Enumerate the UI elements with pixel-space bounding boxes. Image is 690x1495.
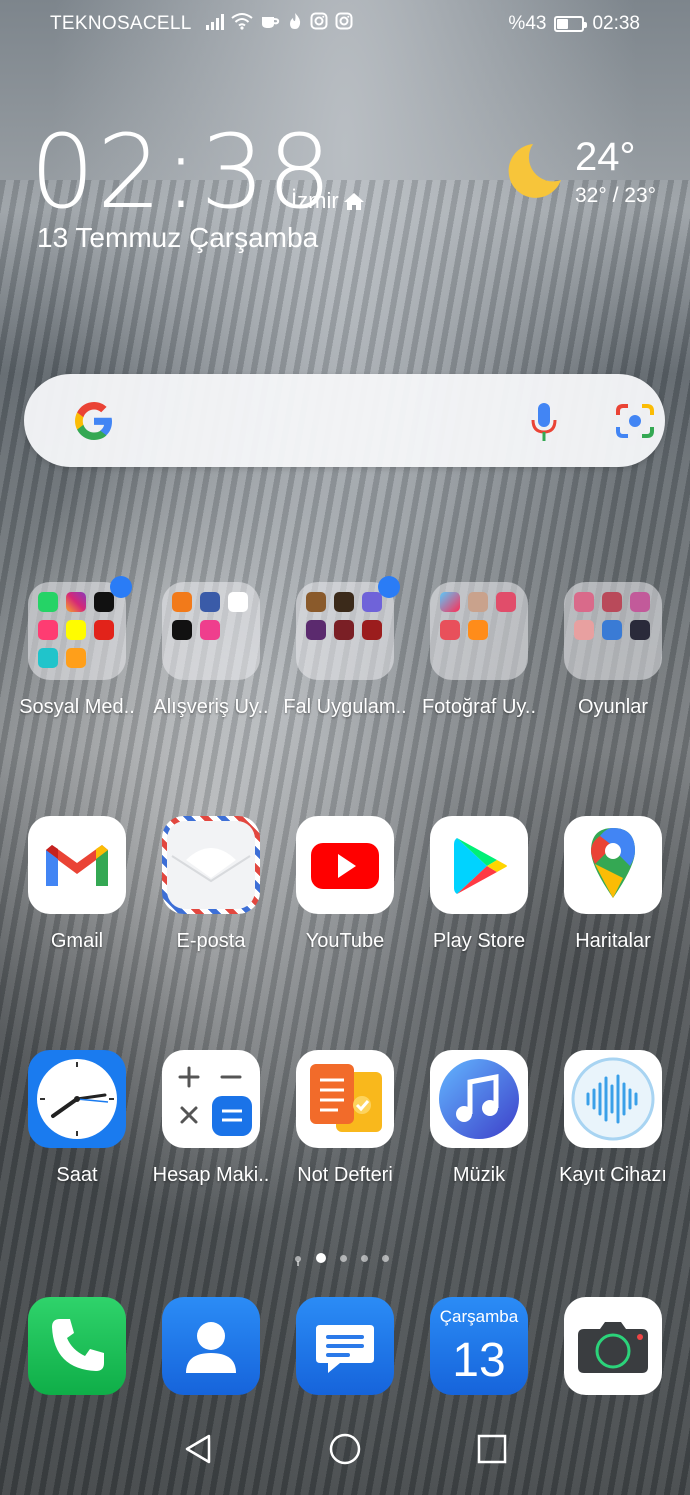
app-kayit-cihazi[interactable]: Kayıt Cihazı [546,1050,680,1187]
maps-icon [564,816,662,914]
battery-icon [554,16,588,32]
city-name: İzmir [291,188,339,213]
dock-contacts[interactable] [144,1297,278,1395]
app-label: Hesap Maki.. [152,1164,270,1186]
back-icon[interactable] [181,1432,215,1471]
notification-badge [378,576,400,598]
app-gmail[interactable]: Gmail [10,816,144,953]
app-label: Sosyal Med.. [19,696,135,718]
page-dot [382,1254,389,1262]
clock-city: İzmir [291,188,365,214]
page-indicator [294,1253,389,1266]
folder-tile [296,576,400,680]
page-dot [361,1254,368,1262]
page-dot [294,1254,302,1266]
folder-tile [162,582,260,680]
carrier-name: TEKNOSACELL [50,13,192,34]
google-search-bar[interactable] [24,374,665,467]
status-time: 02:38 [592,13,640,34]
notification-badge [110,576,132,598]
contacts-icon [162,1297,260,1395]
instagram-icon [310,12,328,30]
app-label: E-posta [176,930,246,952]
folder-tile [28,576,132,680]
folder-sosyal-medya[interactable]: Sosyal Med.. [10,576,144,719]
phone-icon [28,1297,126,1395]
signal-icon [206,12,224,30]
app-youtube[interactable]: YouTube [278,816,412,953]
instagram-icon [335,12,353,30]
clock-time[interactable]: 02:38 [30,118,334,228]
app-muzik[interactable]: Müzik [412,1050,546,1187]
clock-icon [28,1050,126,1148]
gmail-icon [28,816,126,914]
app-saat[interactable]: Saat [10,1050,144,1187]
calendar-icon: Çarşamba 13 [430,1297,528,1395]
dock-camera[interactable] [546,1297,680,1395]
app-label: YouTube [305,930,385,952]
messages-icon [296,1297,394,1395]
navigation-bar [0,1432,690,1482]
app-label: Fal Uygulam.. [283,696,407,718]
dock-phone[interactable] [10,1297,144,1395]
battery-percent: %43 [508,13,547,34]
app-label: Oyunlar [577,696,649,718]
play-store-icon [430,816,528,914]
folder-tile [430,582,528,680]
app-label: Haritalar [575,930,651,952]
music-icon [430,1050,528,1148]
dock-calendar[interactable]: Çarşamba 13 [412,1297,546,1395]
calendar-date: 13 [452,1334,506,1387]
clock-date[interactable]: 13 Temmuz Çarşamba [37,222,318,254]
notepad-icon [296,1050,394,1148]
folder-oyunlar[interactable]: Oyunlar [546,582,680,719]
moon-icon[interactable] [503,140,565,202]
app-label: Alışveriş Uy.. [153,696,269,718]
status-bar: TEKNOSACELL %43 02:38 [0,10,690,40]
home-location-icon [343,193,364,210]
wifi-icon [231,13,253,30]
app-label: Not Defteri [297,1164,393,1186]
app-haritalar[interactable]: Haritalar [546,816,680,953]
mic-icon[interactable] [529,401,559,443]
app-label: Kayıt Cihazı [559,1164,667,1186]
home-icon[interactable] [328,1432,362,1471]
recorder-icon [564,1050,662,1148]
folder-fal-uygulamalari[interactable]: Fal Uygulam.. [278,576,412,719]
app-hesap-makinesi[interactable]: Hesap Maki.. [144,1050,278,1187]
lens-icon[interactable] [614,401,656,441]
page-dot [340,1254,347,1262]
app-play-store[interactable]: Play Store [412,816,546,953]
calendar-day: Çarşamba [439,1307,519,1326]
app-label: Müzik [452,1164,506,1186]
recents-icon[interactable] [475,1432,509,1471]
app-label: Fotoğraf Uy.. [421,696,537,718]
temperature-range: 32° / 23° [575,184,657,207]
youtube-icon [296,816,394,914]
google-logo [75,402,112,440]
dock-messages[interactable] [278,1297,412,1395]
app-e-posta[interactable]: E-posta [144,816,278,953]
calculator-icon [162,1050,260,1148]
app-label: Play Store [432,930,526,952]
email-icon [162,816,260,914]
app-label: Gmail [50,930,104,952]
folder-fotograf[interactable]: Fotoğraf Uy.. [412,582,546,719]
folder-tile [564,582,662,680]
cup-icon [262,17,280,28]
camera-icon [564,1297,662,1395]
app-label: Saat [56,1164,98,1186]
temperature[interactable]: 24° [575,135,636,180]
flame-icon [290,13,301,29]
folder-alisveris[interactable]: Alışveriş Uy.. [144,582,278,719]
app-not-defteri[interactable]: Not Defteri [278,1050,412,1187]
page-dot-active [316,1253,326,1263]
